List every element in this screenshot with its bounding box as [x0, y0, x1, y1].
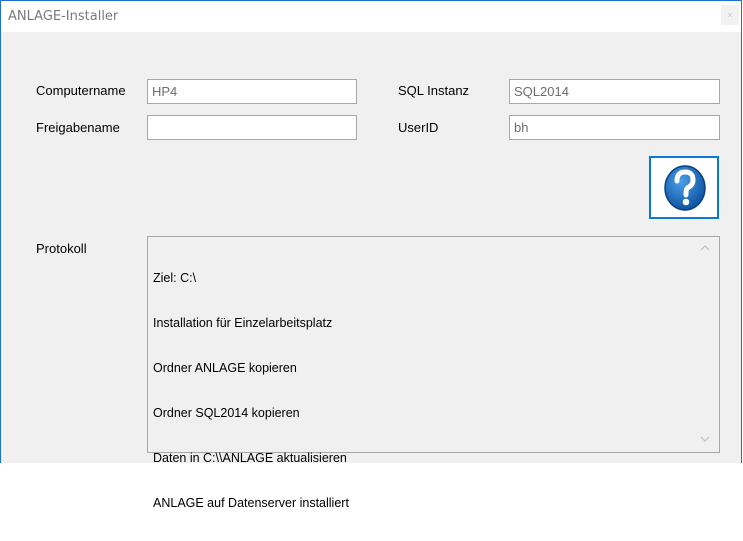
log-line: Daten in C:\\ANLAGE aktualisieren [153, 451, 347, 465]
protokoll-lines: Ziel: C:\ Installation für Einzelarbeits… [153, 241, 349, 541]
protokoll-label: Protokoll [36, 241, 87, 256]
scroll-up-icon[interactable] [700, 243, 710, 253]
window-title: ANLAGE-Installer [8, 9, 119, 24]
computername-label: Computername [36, 83, 126, 98]
log-line: ANLAGE auf Datenserver installiert [153, 496, 349, 510]
question-icon [664, 165, 706, 211]
help-button[interactable] [649, 156, 719, 219]
protokoll-textarea[interactable]: Ziel: C:\ Installation für Einzelarbeits… [147, 236, 720, 510]
freigabename-field[interactable] [147, 115, 357, 140]
log-line: Ziel: C:\ [153, 271, 197, 285]
log-line: Installation für Einzelarbeitsplatz [153, 316, 333, 330]
sql-instanz-field[interactable]: SQL2014 [509, 79, 720, 104]
computername-field[interactable]: HP4 [147, 79, 357, 104]
log-line: Ordner SQL2014 kopieren [153, 406, 300, 420]
sql-instanz-label: SQL Instanz [398, 83, 470, 98]
log-line: Ordner ANLAGE kopieren [153, 361, 297, 375]
scroll-down-icon[interactable] [700, 434, 710, 444]
userid-label: UserID [398, 120, 439, 135]
close-button[interactable]: × [721, 5, 739, 25]
freigabename-label: Freigabename [36, 120, 120, 135]
userid-field[interactable]: bh [509, 115, 720, 140]
title-bar[interactable]: ANLAGE-Installer × [1, 1, 741, 32]
installer-window: ANLAGE-Installer × Computername HP4 SQL … [0, 0, 742, 510]
